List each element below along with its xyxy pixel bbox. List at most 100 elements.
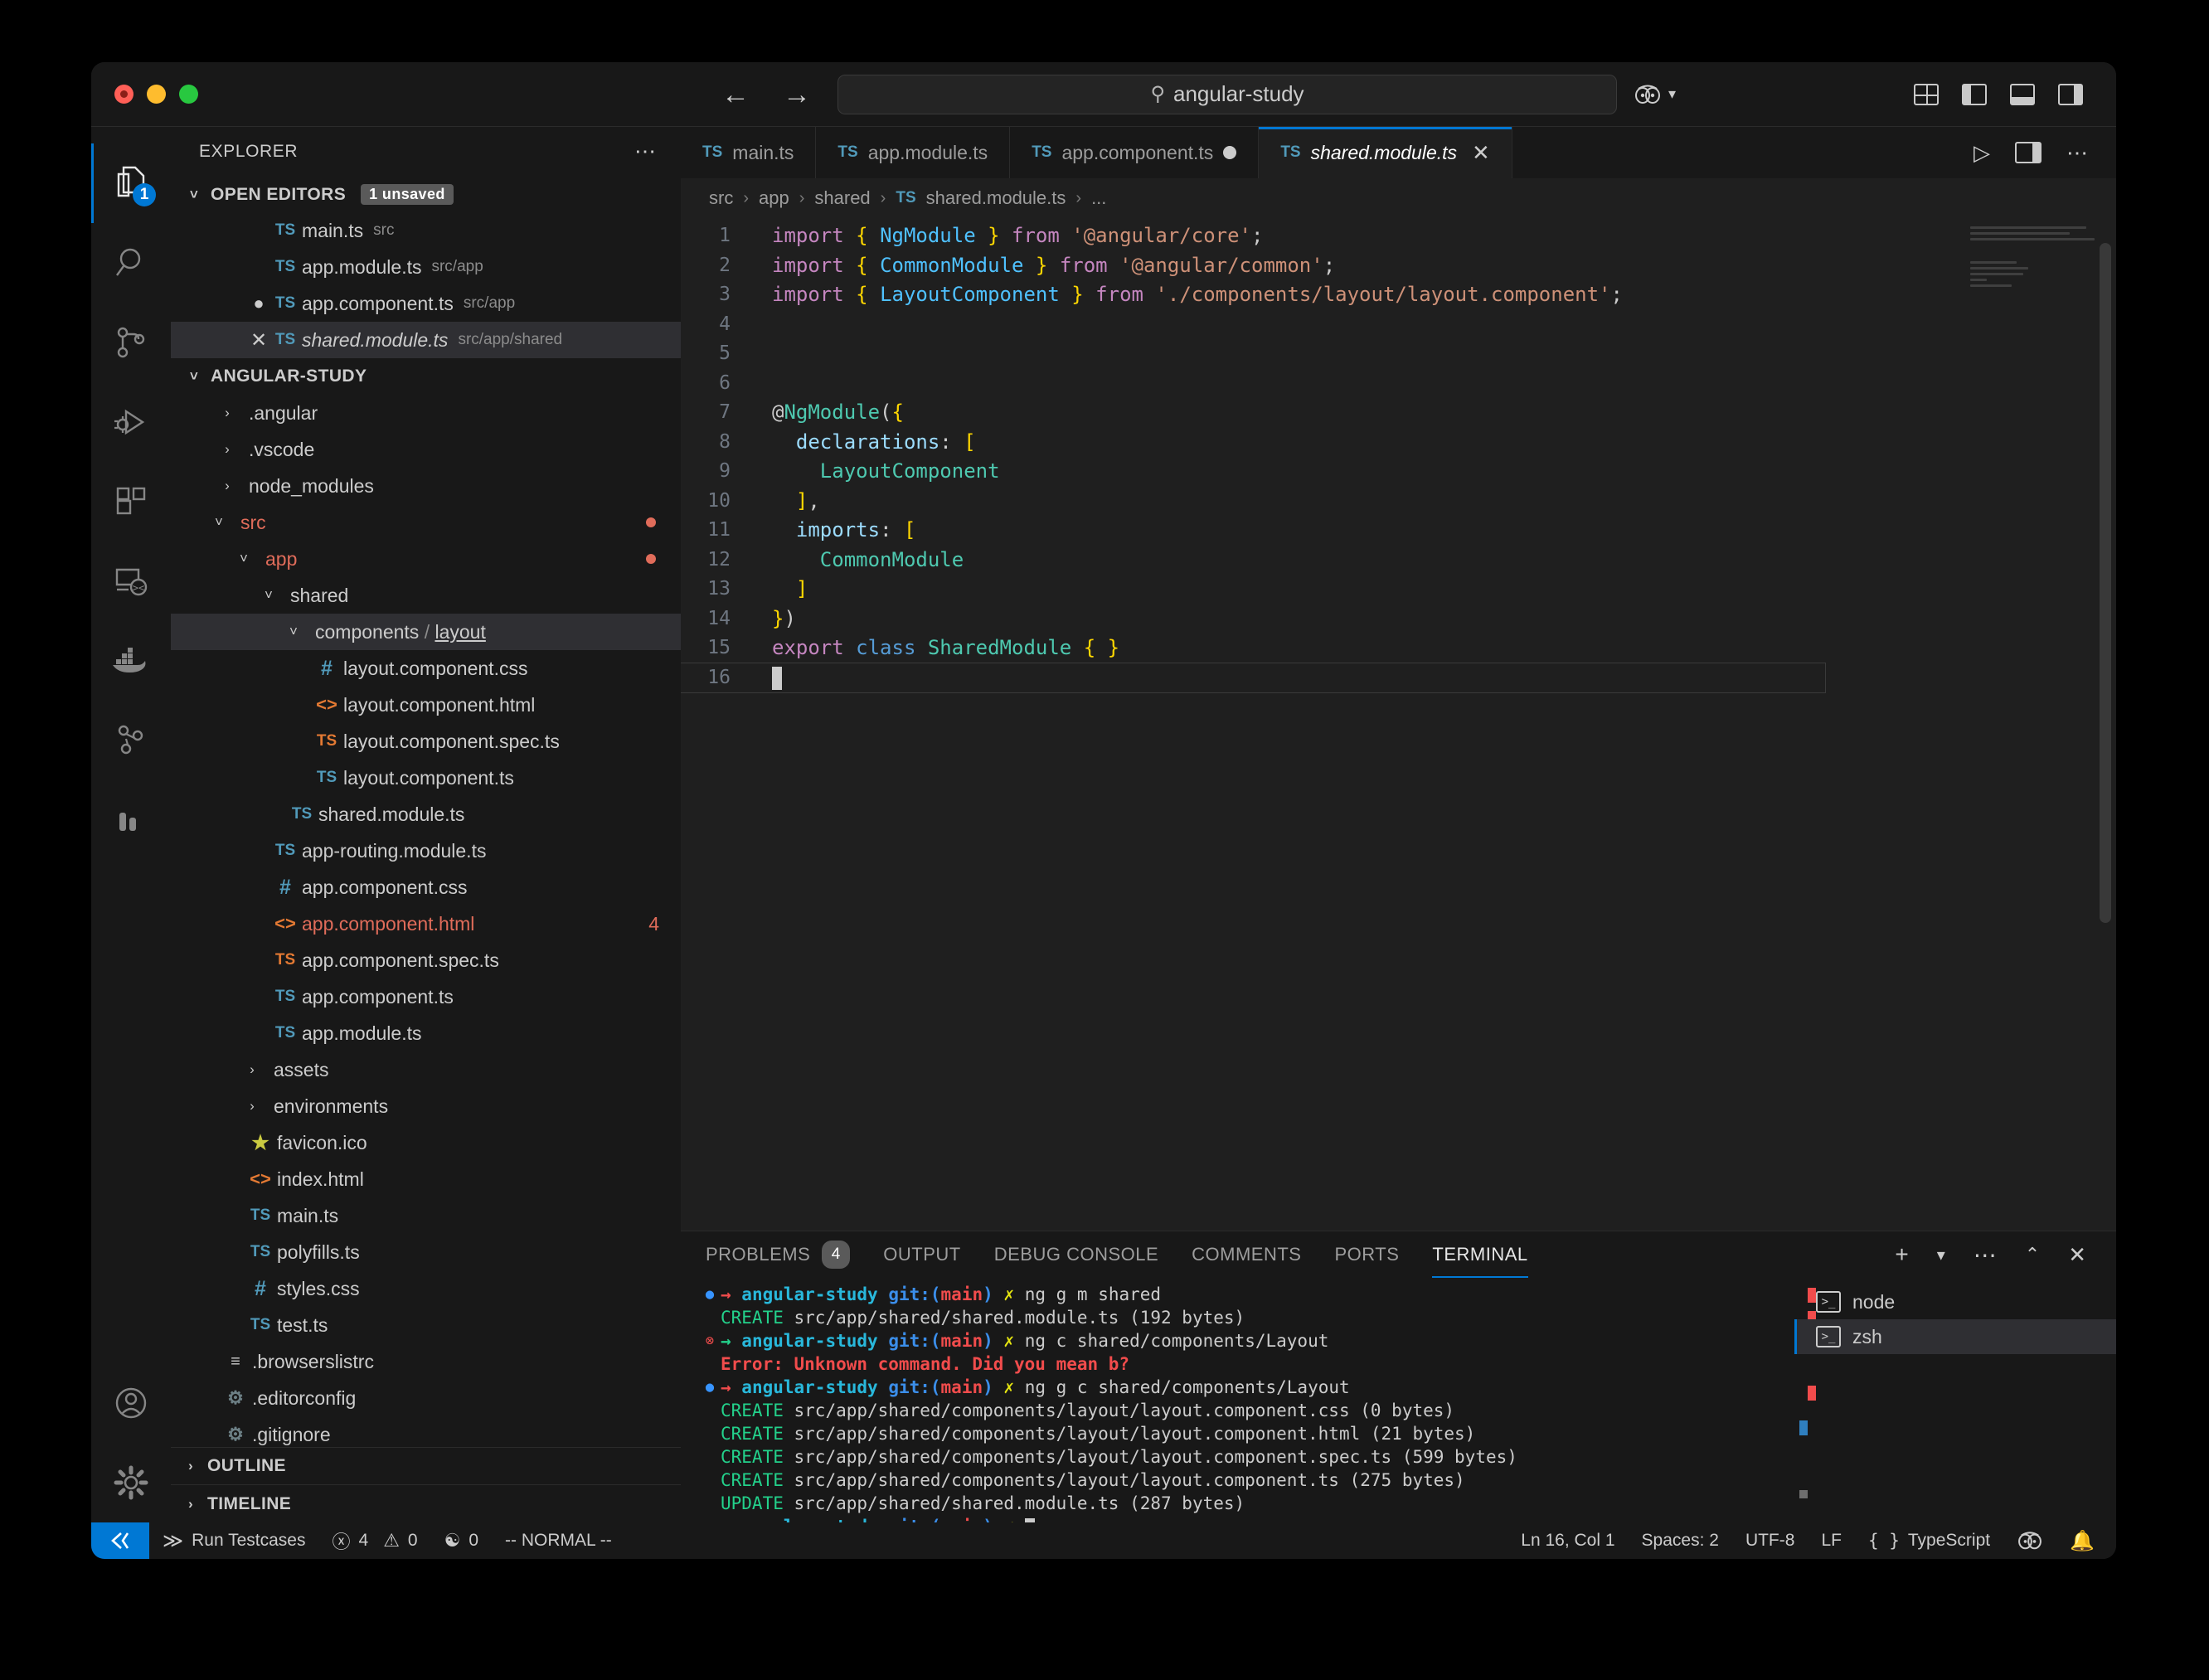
tree-folder-components-layout[interactable]: ˅ components / layout bbox=[171, 614, 681, 650]
breadcrumb-item[interactable]: src bbox=[709, 187, 733, 209]
breadcrumb-item[interactable]: app bbox=[759, 187, 789, 209]
unsaved-dot-icon[interactable]: ● bbox=[249, 293, 269, 314]
cursor-position[interactable]: Ln 16, Col 1 bbox=[1507, 1522, 1628, 1559]
activity-accounts[interactable] bbox=[91, 1363, 171, 1443]
copilot-button[interactable]: ▾ bbox=[1634, 84, 1676, 105]
tree-file-app-routing[interactable]: TS app-routing.module.ts bbox=[171, 833, 681, 869]
command-search-bar[interactable]: ⚲ angular-study bbox=[837, 75, 1617, 114]
tree-file-browserslistrc[interactable]: ≡ .browserslistrc bbox=[171, 1343, 681, 1380]
tree-file-app-component-ts[interactable]: TS app.component.ts bbox=[171, 978, 681, 1015]
tree-folder-environments[interactable]: › environments bbox=[171, 1088, 681, 1124]
tree-file-favicon[interactable]: ★ favicon.ico bbox=[171, 1124, 681, 1161]
run-testcases-button[interactable]: ≫ Run Testcases bbox=[149, 1522, 318, 1559]
activity-docker[interactable] bbox=[91, 621, 171, 701]
breadcrumb-item[interactable]: ... bbox=[1091, 187, 1106, 209]
tree-file-app-component-css[interactable]: # app.component.css bbox=[171, 869, 681, 906]
toggle-primary-sidebar-icon[interactable] bbox=[1962, 84, 1987, 105]
more-actions-icon[interactable]: ⋯ bbox=[1974, 1241, 1997, 1269]
activity-extensions[interactable] bbox=[91, 462, 171, 541]
timeline-section-header[interactable]: › TIMELINE bbox=[171, 1484, 681, 1522]
copilot-status[interactable] bbox=[2003, 1522, 2056, 1559]
tree-folder-src[interactable]: ˅ src bbox=[171, 504, 681, 541]
tree-file-layout-ts[interactable]: TS layout.component.ts bbox=[171, 760, 681, 796]
encoding-status[interactable]: UTF-8 bbox=[1732, 1522, 1808, 1559]
panel-tab-output[interactable]: OUTPUT bbox=[883, 1231, 960, 1278]
activity-test-explorer[interactable] bbox=[91, 701, 171, 780]
toggle-panel-icon[interactable] bbox=[2010, 84, 2035, 105]
tree-file-editorconfig[interactable]: ⚙ .editorconfig bbox=[171, 1380, 681, 1416]
forward-arrow-icon[interactable]: → bbox=[783, 80, 811, 109]
back-arrow-icon[interactable]: ← bbox=[721, 80, 750, 109]
activity-search[interactable] bbox=[91, 223, 171, 303]
minimap[interactable] bbox=[1970, 226, 2095, 301]
tree-file-app-module[interactable]: TS app.module.ts bbox=[171, 1015, 681, 1051]
editor-scrollbar[interactable] bbox=[2100, 243, 2111, 923]
add-terminal-icon[interactable]: + bbox=[1895, 1241, 1908, 1268]
indentation-status[interactable]: Spaces: 2 bbox=[1629, 1522, 1732, 1559]
activity-remote-explorer[interactable]: >< bbox=[91, 541, 171, 621]
tree-file-app-component-html[interactable]: <> app.component.html 4 bbox=[171, 906, 681, 942]
tree-folder-angular[interactable]: › .angular bbox=[171, 395, 681, 431]
close-icon[interactable]: ✕ bbox=[1472, 140, 1490, 166]
tree-folder-assets[interactable]: › assets bbox=[171, 1051, 681, 1088]
tab-shared-module-ts[interactable]: TS shared.module.ts ✕ bbox=[1259, 127, 1512, 178]
panel-tab-terminal[interactable]: TERMINAL bbox=[1432, 1231, 1527, 1278]
maximize-window-button[interactable] bbox=[179, 85, 198, 104]
close-icon[interactable]: ✕ bbox=[249, 328, 269, 352]
code-editor[interactable]: 1import { NgModule } from '@angular/core… bbox=[681, 218, 2116, 1231]
tree-file-shared-module[interactable]: TS shared.module.ts bbox=[171, 796, 681, 833]
customize-layout-icon[interactable] bbox=[1914, 84, 1939, 105]
panel-tab-problems[interactable]: PROBLEMS 4 bbox=[706, 1231, 850, 1278]
activity-run-debug[interactable] bbox=[91, 382, 171, 462]
tree-file-test-ts[interactable]: TS test.ts bbox=[171, 1307, 681, 1343]
tree-file-polyfills-ts[interactable]: TS polyfills.ts bbox=[171, 1234, 681, 1270]
panel-tab-comments[interactable]: COMMENTS bbox=[1192, 1231, 1301, 1278]
panel-tab-ports[interactable]: PORTS bbox=[1334, 1231, 1399, 1278]
tab-main-ts[interactable]: TS main.ts bbox=[681, 127, 816, 178]
tree-file-layout-html[interactable]: <> layout.component.html bbox=[171, 687, 681, 723]
open-editors-header[interactable]: ˅ OPEN EDITORS 1 unsaved bbox=[171, 177, 681, 213]
open-editor-item[interactable]: ● TS app.component.ts src/app bbox=[171, 285, 681, 322]
close-panel-icon[interactable]: ✕ bbox=[2068, 1242, 2086, 1268]
minimize-window-button[interactable] bbox=[147, 85, 166, 104]
tree-file-layout-spec[interactable]: TS layout.component.spec.ts bbox=[171, 723, 681, 760]
open-editor-item[interactable]: TS app.module.ts src/app bbox=[171, 249, 681, 285]
tree-folder-vscode[interactable]: › .vscode bbox=[171, 431, 681, 468]
tree-file-gitignore[interactable]: ⚙ .gitignore bbox=[171, 1416, 681, 1446]
tree-file-main-ts[interactable]: TS main.ts bbox=[171, 1197, 681, 1234]
breadcrumb-item[interactable]: shared bbox=[814, 187, 870, 209]
activity-source-control[interactable] bbox=[91, 303, 171, 382]
close-window-button[interactable] bbox=[114, 85, 134, 104]
terminal-item-node[interactable]: >_ node bbox=[1794, 1284, 2116, 1319]
run-icon[interactable]: ▷ bbox=[1974, 140, 1990, 166]
panel-tab-debug-console[interactable]: DEBUG CONSOLE bbox=[994, 1231, 1158, 1278]
project-header[interactable]: ˅ ANGULAR-STUDY bbox=[171, 358, 681, 395]
activity-charts[interactable] bbox=[91, 780, 171, 860]
activity-settings[interactable] bbox=[91, 1443, 171, 1522]
outline-section-header[interactable]: › OUTLINE bbox=[171, 1447, 681, 1485]
split-editor-icon[interactable] bbox=[2015, 142, 2042, 163]
breadcrumb-item[interactable]: shared.module.ts bbox=[926, 187, 1066, 209]
tree-folder-shared[interactable]: ˅ shared bbox=[171, 577, 681, 614]
ellipsis-icon[interactable]: ⋯ bbox=[634, 138, 658, 164]
more-actions-icon[interactable]: ⋯ bbox=[2066, 140, 2088, 166]
maximize-panel-icon[interactable]: ⌃ bbox=[2025, 1244, 2040, 1265]
unsaved-dot-icon[interactable] bbox=[1223, 146, 1236, 159]
tree-folder-app[interactable]: ˅ app bbox=[171, 541, 681, 577]
tab-app-component-ts[interactable]: TS app.component.ts bbox=[1010, 127, 1259, 178]
toggle-secondary-sidebar-icon[interactable] bbox=[2058, 84, 2083, 105]
ports-status[interactable]: ☯ 0 bbox=[431, 1522, 492, 1559]
terminal-output[interactable]: ●→ angular-study git:(main) ✗ ng g m sha… bbox=[681, 1278, 1794, 1522]
open-editor-item[interactable]: TS main.ts src bbox=[171, 212, 681, 249]
open-editor-item-selected[interactable]: ✕ TS shared.module.ts src/app/shared bbox=[171, 322, 681, 358]
tab-app-module-ts[interactable]: TS app.module.ts bbox=[816, 127, 1010, 178]
problems-status[interactable]: ⓧ 4 ⚠ 0 bbox=[318, 1522, 430, 1559]
tree-file-layout-css[interactable]: # layout.component.css bbox=[171, 650, 681, 687]
terminal-item-zsh[interactable]: >_ zsh bbox=[1794, 1319, 2116, 1354]
chevron-down-icon[interactable]: ▾ bbox=[1937, 1245, 1945, 1265]
tree-file-index-html[interactable]: <> index.html bbox=[171, 1161, 681, 1197]
remote-window-button[interactable] bbox=[91, 1522, 149, 1559]
tree-file-app-component-spec[interactable]: TS app.component.spec.ts bbox=[171, 942, 681, 978]
tree-file-styles-css[interactable]: # styles.css bbox=[171, 1270, 681, 1307]
tree-folder-node-modules[interactable]: › node_modules bbox=[171, 468, 681, 504]
